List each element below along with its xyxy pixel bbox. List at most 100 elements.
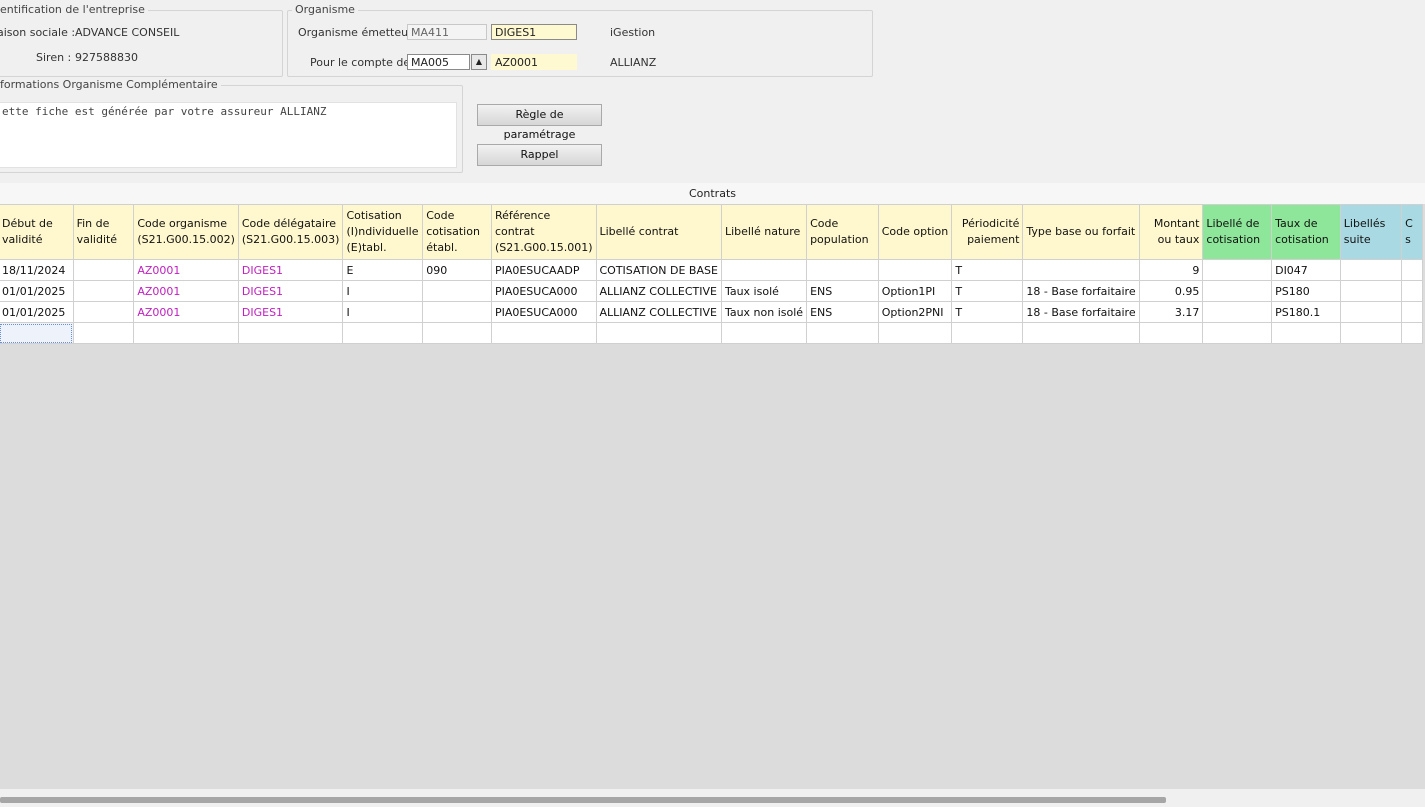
table-cell[interactable]: I: [342, 280, 424, 302]
table-cell[interactable]: Taux non isolé: [720, 301, 808, 323]
column-header[interactable]: Libellés suite: [1339, 204, 1403, 260]
column-header[interactable]: Cotisation (I)ndividuelle (E)tabl.: [342, 204, 424, 260]
column-header[interactable]: Référence contrat (S21.G00.15.001): [490, 204, 597, 260]
pour-le-compte-code-field[interactable]: MA005: [407, 54, 470, 70]
table-cell[interactable]: 01/01/2025: [0, 280, 74, 302]
column-header[interactable]: Code organisme (S21.G00.15.002): [133, 204, 239, 260]
table-cell[interactable]: [342, 322, 424, 344]
table-cell[interactable]: [720, 322, 808, 344]
table-cell[interactable]: 0.95: [1138, 280, 1204, 302]
table-cell[interactable]: T: [951, 280, 1024, 302]
table-cell[interactable]: AZ0001: [133, 280, 239, 302]
table-cell[interactable]: 18 - Base forfaitaire: [1022, 280, 1140, 302]
table-cell[interactable]: [1202, 322, 1273, 344]
table-cell[interactable]: [133, 322, 239, 344]
table-cell[interactable]: 3.17: [1138, 301, 1204, 323]
organisme-emetteur-code-field[interactable]: MA411: [407, 24, 487, 40]
table-cell[interactable]: DIGES1: [237, 280, 344, 302]
table-cell[interactable]: [1202, 259, 1273, 281]
rappel-button[interactable]: Rappel: [477, 144, 602, 166]
table-cell[interactable]: 01/01/2025: [0, 301, 74, 323]
column-header[interactable]: Libellé contrat: [595, 204, 722, 260]
organisme-emetteur-value-field[interactable]: DIGES1: [491, 24, 577, 40]
table-cell[interactable]: Option2PNI: [877, 301, 953, 323]
table-cell[interactable]: [1022, 322, 1140, 344]
table-cell[interactable]: [806, 259, 879, 281]
column-header[interactable]: Code cotisation établ.: [422, 204, 492, 260]
table-cell[interactable]: Option1PI: [877, 280, 953, 302]
table-cell[interactable]: [72, 280, 135, 302]
table-cell[interactable]: [422, 280, 492, 302]
table-cell[interactable]: PS180: [1271, 280, 1341, 302]
table-cell[interactable]: [1202, 301, 1273, 323]
table-cell[interactable]: ENS: [806, 301, 879, 323]
table-cell[interactable]: [595, 322, 722, 344]
table-cell[interactable]: E: [342, 259, 424, 281]
spinner-up-icon[interactable]: ▲: [471, 54, 487, 70]
table-cell[interactable]: [237, 322, 344, 344]
table-cell[interactable]: Taux isolé: [720, 280, 808, 302]
column-header[interactable]: Périodicité paiement: [951, 204, 1024, 260]
table-cell[interactable]: [806, 322, 879, 344]
table-cell[interactable]: 18/11/2024: [0, 259, 74, 281]
table-cell[interactable]: DIGES1: [237, 301, 344, 323]
horizontal-scrollbar[interactable]: [0, 789, 1425, 807]
table-cell[interactable]: [422, 301, 492, 323]
table-cell[interactable]: PIA0ESUCA000: [490, 280, 597, 302]
table-cell[interactable]: [1022, 259, 1140, 281]
table-cell[interactable]: [72, 322, 135, 344]
table-cell[interactable]: PS180.1: [1271, 301, 1341, 323]
table-row[interactable]: [0, 322, 1423, 344]
column-header[interactable]: C s: [1401, 204, 1423, 260]
table-cell[interactable]: AZ0001: [133, 301, 239, 323]
column-header[interactable]: Code option: [877, 204, 953, 260]
table-cell[interactable]: [0, 322, 74, 344]
table-cell[interactable]: ENS: [806, 280, 879, 302]
table-cell[interactable]: 090: [422, 259, 492, 281]
table-cell[interactable]: [1401, 259, 1423, 281]
table-cell[interactable]: T: [951, 301, 1024, 323]
table-cell[interactable]: [951, 322, 1024, 344]
table-cell[interactable]: [1339, 301, 1403, 323]
column-header[interactable]: Montant ou taux: [1138, 204, 1204, 260]
table-cell[interactable]: DIGES1: [237, 259, 344, 281]
table-cell[interactable]: [1271, 322, 1341, 344]
table-cell[interactable]: COTISATION DE BASE: [595, 259, 722, 281]
column-header[interactable]: Libellé nature: [720, 204, 808, 260]
column-header[interactable]: Code population: [806, 204, 879, 260]
table-cell[interactable]: [1339, 259, 1403, 281]
table-cell[interactable]: DI047: [1271, 259, 1341, 281]
table-cell[interactable]: 18 - Base forfaitaire: [1022, 301, 1140, 323]
column-header[interactable]: Fin de validité: [72, 204, 135, 260]
table-row[interactable]: 01/01/2025 AZ0001 DIGES1 I PIA0ESUCA000 ALLIA…: [0, 301, 1423, 323]
column-header[interactable]: Type base ou forfait: [1022, 204, 1140, 260]
table-cell[interactable]: 9: [1138, 259, 1204, 281]
table-cell[interactable]: ALLIANZ COLLECTIVE: [595, 280, 722, 302]
table-cell[interactable]: [1339, 322, 1403, 344]
column-header[interactable]: Début de validité: [0, 204, 74, 260]
regle-parametrage-button[interactable]: Règle de paramétrage: [477, 104, 602, 141]
table-cell[interactable]: [422, 322, 492, 344]
table-cell[interactable]: [877, 322, 953, 344]
table-cell[interactable]: T: [951, 259, 1024, 281]
table-cell[interactable]: PIA0ESUCAADP: [490, 259, 597, 281]
table-cell[interactable]: [1401, 280, 1423, 302]
table-row[interactable]: 01/01/2025 AZ0001 DIGES1 I PIA0ESUCA000 ALLIA…: [0, 280, 1423, 302]
table-cell[interactable]: [1202, 280, 1273, 302]
table-cell[interactable]: [72, 259, 135, 281]
table-cell[interactable]: [72, 301, 135, 323]
pour-le-compte-value-field[interactable]: AZ0001: [491, 54, 577, 70]
table-cell[interactable]: [877, 259, 953, 281]
horizontal-scrollbar-thumb[interactable]: [0, 797, 1166, 803]
table-cell[interactable]: [1138, 322, 1204, 344]
table-cell[interactable]: [720, 259, 808, 281]
table-cell[interactable]: I: [342, 301, 424, 323]
table-cell[interactable]: [1339, 280, 1403, 302]
info-complementaire-textarea[interactable]: ette fiche est générée par votre assureu…: [0, 102, 457, 168]
table-cell[interactable]: [490, 322, 597, 344]
table-cell[interactable]: ALLIANZ COLLECTIVE: [595, 301, 722, 323]
table-cell[interactable]: AZ0001: [133, 259, 239, 281]
column-header[interactable]: Code délégataire (S21.G00.15.003): [237, 204, 344, 260]
table-cell[interactable]: [1401, 322, 1423, 344]
column-header[interactable]: Libellé de cotisation: [1202, 204, 1273, 260]
